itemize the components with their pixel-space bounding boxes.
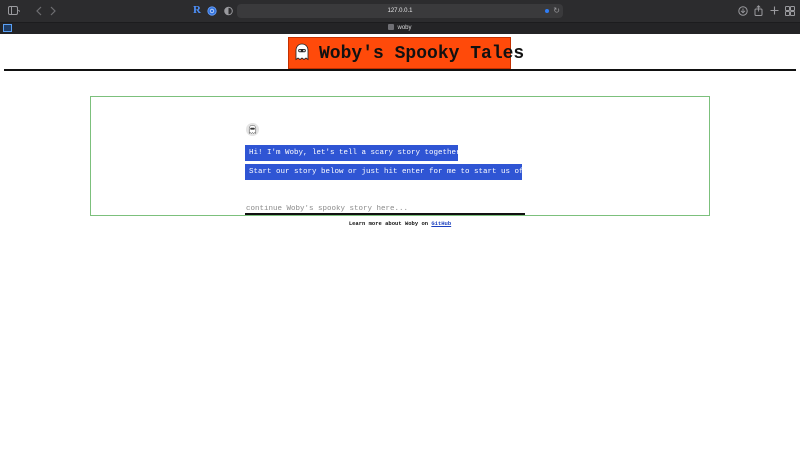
sidebar-toggle-icon[interactable] [8,6,20,16]
site-header: Woby's Spooky Tales [288,37,524,69]
woby-avatar-icon [246,123,259,136]
tab-woby[interactable]: woby [0,23,800,35]
tab-favicon-icon [388,24,395,30]
tab-overview-icon[interactable] [785,6,795,16]
browser-chrome: R 127.0.0.1 ↻ woby [0,0,800,34]
chat-message: Start our story below or just hit enter … [245,164,533,180]
extension-globe-icon[interactable] [207,6,217,16]
media-indicator-icon [545,9,549,13]
extension-r-icon[interactable]: R [193,5,201,16]
download-icon[interactable] [738,6,748,16]
reload-icon[interactable]: ↻ [553,5,560,17]
tab-bar: woby [0,22,800,34]
new-tab-icon[interactable] [770,6,779,15]
header-divider [4,69,796,71]
forward-icon[interactable] [50,6,56,16]
share-icon[interactable] [754,5,763,16]
sidebar-panel-icon[interactable] [3,24,12,32]
github-link[interactable]: GitHub [431,220,451,227]
site-title: Woby's Spooky Tales [319,44,525,64]
browser-toolbar: R 127.0.0.1 ↻ [0,0,800,22]
address-text: 127.0.0.1 [387,8,413,14]
privacy-shield-icon[interactable] [224,6,233,16]
address-bar[interactable]: 127.0.0.1 ↻ [237,4,563,18]
ghost-icon [295,43,309,61]
footer: Learn more about Woby on GitHub [0,220,800,228]
footer-text: Learn more about Woby on [348,220,432,227]
back-icon[interactable] [36,6,42,16]
story-input[interactable] [245,204,525,215]
tab-title: woby [397,25,412,31]
chat-message: Hi! I'm Woby, let's tell a scary story t… [245,145,465,161]
